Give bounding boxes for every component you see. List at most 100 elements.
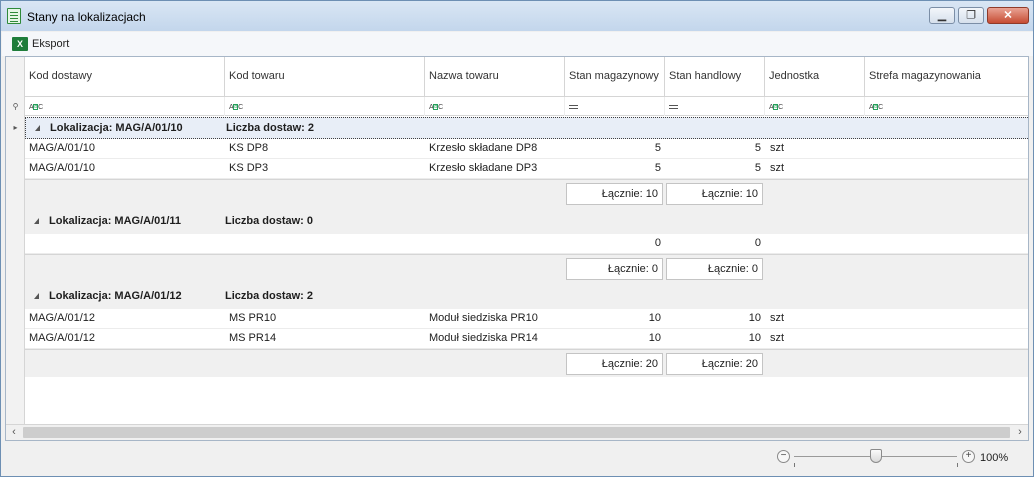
spreadsheet-app-icon xyxy=(7,8,21,24)
cell-kod-towaru: MS PR10 xyxy=(229,312,277,324)
text-filter-icon: ABC xyxy=(229,104,243,111)
cell-kod-dostawy: MAG/A/01/10 xyxy=(29,162,96,174)
cell-kod-towaru: MS PR14 xyxy=(229,332,277,344)
sum-stan-magazynowy: Łącznie: 0 xyxy=(566,258,663,280)
status-bar: − + 100% xyxy=(2,442,1033,476)
row-indicator-column: ⚲ ▸ xyxy=(6,57,25,440)
cell-nazwa-towaru: Moduł siedziska PR10 xyxy=(429,312,538,324)
scroll-right-icon[interactable]: › xyxy=(1012,425,1028,440)
group-location: Lokalizacja: MAG/A/01/12 xyxy=(49,290,182,302)
sum-stan-handlowy: Łącznie: 20 xyxy=(666,353,763,375)
group-row[interactable]: Lokalizacja: MAG/A/01/12 Liczba dostaw: … xyxy=(25,282,1028,309)
column-header-kod-towaru[interactable]: Kod towaru xyxy=(225,57,425,97)
sum-stan-handlowy: Łącznie: 10 xyxy=(666,183,763,205)
zoom-in-icon[interactable]: + xyxy=(962,450,975,463)
excel-icon: X xyxy=(12,37,28,51)
collapse-arrow-icon[interactable] xyxy=(34,218,39,224)
collapse-arrow-icon[interactable] xyxy=(34,293,39,299)
column-header-nazwa-towaru[interactable]: Nazwa towaru xyxy=(425,57,565,97)
cell-stan-handlowy: 5 xyxy=(754,142,761,154)
group-footer: Łącznie: 10 Łącznie: 10 xyxy=(25,179,1028,207)
group-count: Liczba dostaw: 2 xyxy=(225,290,314,302)
group-footer: Łącznie: 20 Łącznie: 20 xyxy=(25,349,1028,377)
group-location: Lokalizacja: MAG/A/01/10 xyxy=(50,122,183,134)
equals-filter-icon xyxy=(569,105,578,109)
maximize-button[interactable]: ❐ xyxy=(958,7,984,24)
group-count: Liczba dostaw: 0 xyxy=(225,215,314,227)
cell-stan-magazynowy: 5 xyxy=(654,142,661,154)
cell-stan-handlowy: 10 xyxy=(748,332,761,344)
grid-body: Lokalizacja: MAG/A/01/10 Liczba dostaw: … xyxy=(25,117,1028,440)
collapse-arrow-icon[interactable] xyxy=(35,125,40,131)
cell-jednostka: szt xyxy=(770,312,785,324)
table-row[interactable]: 0 0 xyxy=(25,234,1028,254)
minimize-button[interactable]: ▁ xyxy=(929,7,955,24)
export-button[interactable]: X Eksport xyxy=(12,35,69,53)
group-row[interactable]: Lokalizacja: MAG/A/01/11 Liczba dostaw: … xyxy=(25,207,1028,234)
zoom-tick xyxy=(794,463,795,467)
filter-cell-strefa-magazynowania[interactable]: ABC xyxy=(865,97,1028,116)
table-row[interactable]: MAG/A/01/10 KS DP3 Krzesło składane DP3 … xyxy=(25,159,1028,179)
cell-jednostka: szt xyxy=(770,162,785,174)
scroll-left-icon[interactable]: ‹ xyxy=(6,425,22,440)
data-grid: ⚲ ▸ Kod dostawy Kod towaru Nazwa towaru … xyxy=(5,56,1029,441)
column-header-jednostka[interactable]: Jednostka xyxy=(765,57,865,97)
filter-cell-jednostka[interactable]: ABC xyxy=(765,97,865,116)
filter-row: ABC ABC ABC ABC ABC xyxy=(25,97,1028,116)
cell-stan-magazynowy: 10 xyxy=(648,332,661,344)
group-row[interactable]: Lokalizacja: MAG/A/01/10 Liczba dostaw: … xyxy=(25,117,1028,139)
table-row[interactable]: MAG/A/01/10 KS DP8 Krzesło składane DP8 … xyxy=(25,139,1028,159)
cell-jednostka: szt xyxy=(770,332,785,344)
table-row[interactable]: MAG/A/01/12 MS PR14 Moduł siedziska PR14… xyxy=(25,329,1028,349)
filter-cell-stan-magazynowy[interactable] xyxy=(565,97,665,116)
current-row-arrow-icon: ▸ xyxy=(13,123,18,132)
cell-stan-handlowy: 0 xyxy=(754,237,761,249)
equals-filter-icon xyxy=(669,105,678,109)
close-icon: ✕ xyxy=(1003,9,1013,21)
column-header-row: Kod dostawy Kod towaru Nazwa towaru Stan… xyxy=(25,57,1028,97)
cell-kod-dostawy: MAG/A/01/12 xyxy=(29,332,96,344)
column-header-strefa-magazynowania[interactable]: Strefa magazynowania xyxy=(865,57,1028,97)
filter-cell-stan-handlowy[interactable] xyxy=(665,97,765,116)
cell-kod-towaru: KS DP3 xyxy=(229,162,269,174)
zoom-tick xyxy=(957,463,958,467)
close-button[interactable]: ✕ xyxy=(987,7,1029,24)
cell-stan-magazynowy: 5 xyxy=(654,162,661,174)
group-count: Liczba dostaw: 2 xyxy=(226,122,315,134)
column-header-stan-magazynowy[interactable]: Stan magazynowy xyxy=(565,57,665,97)
text-filter-icon: ABC xyxy=(29,104,43,111)
group-footer: Łącznie: 0 Łącznie: 0 xyxy=(25,254,1028,282)
text-filter-icon: ABC xyxy=(869,104,883,111)
cell-nazwa-towaru: Moduł siedziska PR14 xyxy=(429,332,538,344)
sum-stan-handlowy: Łącznie: 0 xyxy=(666,258,763,280)
cell-stan-magazynowy: 0 xyxy=(654,237,661,249)
export-label: Eksport xyxy=(32,38,70,50)
scrollbar-thumb[interactable] xyxy=(23,427,1010,438)
cell-kod-dostawy: MAG/A/01/10 xyxy=(29,142,96,154)
zoom-slider-thumb[interactable] xyxy=(870,449,882,463)
cell-nazwa-towaru: Krzesło składane DP3 xyxy=(429,162,538,174)
zoom-level: 100% xyxy=(980,452,1009,464)
window-controls: ▁ ❐ ✕ xyxy=(929,7,1029,24)
horizontal-scrollbar[interactable]: ‹ › xyxy=(6,424,1028,440)
cell-kod-dostawy: MAG/A/01/12 xyxy=(29,312,96,324)
filter-row-pin-icon: ⚲ xyxy=(12,102,19,111)
table-row[interactable]: MAG/A/01/12 MS PR10 Moduł siedziska PR10… xyxy=(25,309,1028,329)
column-header-stan-handlowy[interactable]: Stan handlowy xyxy=(665,57,765,97)
minimize-icon: ▁ xyxy=(937,9,947,21)
sum-stan-magazynowy: Łącznie: 10 xyxy=(566,183,663,205)
text-filter-icon: ABC xyxy=(769,104,783,111)
cell-jednostka: szt xyxy=(770,142,785,154)
cell-stan-handlowy: 5 xyxy=(754,162,761,174)
title-bar: Stany na lokalizacjach ▁ ❐ ✕ xyxy=(1,1,1033,31)
maximize-icon: ❐ xyxy=(966,9,976,21)
filter-cell-kod-towaru[interactable]: ABC xyxy=(225,97,425,116)
zoom-out-icon[interactable]: − xyxy=(777,450,790,463)
filter-cell-nazwa-towaru[interactable]: ABC xyxy=(425,97,565,116)
cell-stan-magazynowy: 10 xyxy=(648,312,661,324)
toolbar: X Eksport xyxy=(2,32,1033,56)
window-title: Stany na lokalizacjach xyxy=(27,10,146,24)
column-header-kod-dostawy[interactable]: Kod dostawy xyxy=(25,57,225,97)
app-window: Stany na lokalizacjach ▁ ❐ ✕ X Eksport ⚲… xyxy=(0,0,1034,477)
filter-cell-kod-dostawy[interactable]: ABC xyxy=(25,97,225,116)
